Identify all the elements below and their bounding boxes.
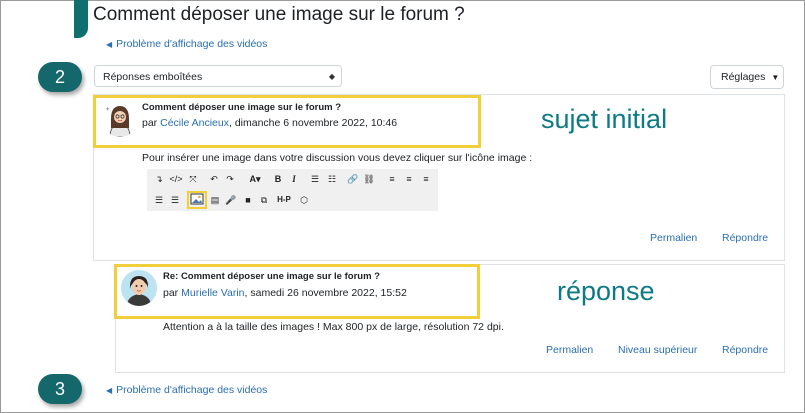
step-2-bubble: 2 — [38, 62, 82, 92]
toolbar-fullscreen-icon: ⤧ — [189, 174, 197, 184]
toolbar-h5p-icon: H-P — [277, 195, 291, 204]
toolbar-undo-icon: ↶ — [210, 174, 218, 184]
toolbar-align-left-icon: ≡ — [389, 174, 395, 184]
toolbar-hex-icon: ⬡ — [300, 195, 308, 205]
select-updown-icon: ◆ — [328, 72, 335, 81]
post-body: Attention a à la taille des images ! Max… — [163, 321, 504, 333]
toolbar-bold-icon: B — [274, 174, 282, 184]
permalink-link[interactable]: Permalien — [650, 232, 697, 244]
toolbar-indent-icon: ☰ — [154, 195, 164, 205]
highlight-image-button — [187, 191, 207, 209]
bottom-prev-discussion-link[interactable]: ◀ Problème d'affichage des vidéos — [106, 384, 267, 396]
left-triangle-icon: ◀ — [106, 40, 113, 49]
reply-link[interactable]: Répondre — [722, 232, 768, 244]
annotation-initial-label: sujet initial — [541, 104, 668, 134]
permalink-link[interactable]: Permalien — [546, 344, 593, 356]
bottom-prev-discussion-label: Problème d'affichage des vidéos — [116, 384, 268, 396]
toolbar-video-icon: ■ — [245, 195, 251, 205]
toolbar-outdent-icon: ☰ — [170, 195, 180, 205]
toolbar-align-center-icon: ≡ — [406, 174, 412, 184]
toolbar-unlink-icon: ⛓ — [363, 174, 375, 184]
reply-link[interactable]: Répondre — [722, 344, 768, 356]
toolbar-font-icon: A▾ — [249, 174, 261, 184]
highlight-box-initial — [93, 95, 481, 148]
toolbar-align-right-icon: ≡ — [423, 174, 429, 184]
annotation-reply-label: réponse — [557, 276, 655, 306]
chevron-down-icon: ▼ — [771, 73, 780, 82]
toolbar-collapse-icon: ↴ — [155, 174, 163, 184]
settings-button[interactable]: Réglages ▼ — [710, 65, 784, 89]
toolbar-link-icon: 🔗 — [347, 174, 359, 184]
toolbar-redo-icon: ↷ — [226, 174, 234, 184]
highlight-box-reply — [114, 264, 480, 319]
toolbar-copy-icon: ⧉ — [260, 195, 268, 205]
display-mode-select[interactable]: Réponses emboîtées ◆ — [94, 65, 342, 87]
header-accent — [74, 0, 88, 38]
toolbar-numbered-icon: ☷ — [327, 174, 337, 184]
step-3-bubble: 3 — [38, 374, 82, 404]
toolbar-bullets-icon: ☰ — [310, 174, 320, 184]
display-mode-value: Réponses emboîtées — [103, 71, 203, 83]
toolbar-html-icon: </> — [169, 174, 183, 184]
parent-link[interactable]: Niveau supérieur — [618, 344, 697, 356]
toolbar-italic-icon: I — [292, 174, 296, 184]
page-title: Comment déposer une image sur le forum ? — [93, 4, 465, 25]
post-body: Pour insérer une image dans votre discus… — [142, 152, 533, 164]
prev-discussion-link[interactable]: ◀ Problème d'affichage des vidéos — [106, 38, 267, 50]
prev-discussion-label: Problème d'affichage des vidéos — [116, 38, 268, 50]
toolbar-audio-icon: 🎤 — [225, 195, 237, 205]
left-triangle-icon: ◀ — [106, 386, 113, 395]
toolbar-media-icon: ▤ — [210, 195, 220, 205]
settings-label: Réglages — [721, 71, 766, 83]
